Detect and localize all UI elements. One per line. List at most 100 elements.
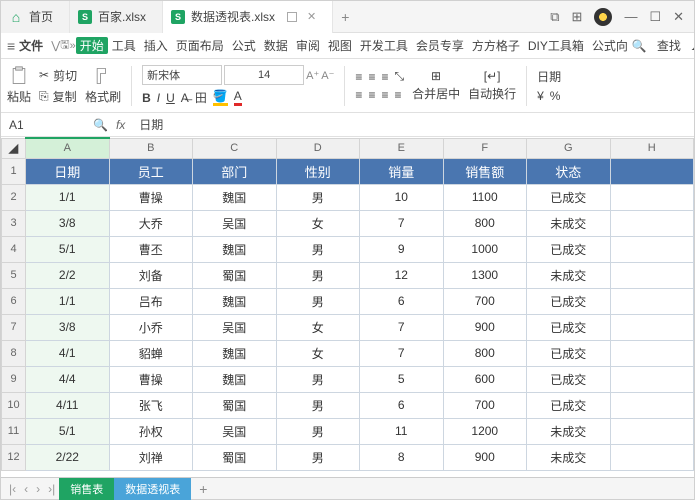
cell[interactable] bbox=[610, 314, 694, 340]
tab-doc-1[interactable]: S 百家.xlsx bbox=[70, 1, 163, 33]
cell[interactable]: 9 bbox=[360, 236, 444, 262]
search-small-icon[interactable]: 🔍 bbox=[93, 118, 108, 132]
row-header[interactable]: 8 bbox=[2, 340, 26, 366]
cell[interactable]: 600 bbox=[443, 366, 527, 392]
cell[interactable]: 大乔 bbox=[109, 210, 193, 236]
border-button[interactable]: 田 bbox=[195, 89, 207, 106]
cell[interactable]: 已成交 bbox=[527, 314, 611, 340]
cell[interactable]: 4/11 bbox=[26, 392, 110, 418]
cell[interactable] bbox=[610, 288, 694, 314]
menu-start[interactable]: 开始 bbox=[76, 37, 108, 54]
percent-icon[interactable]: % bbox=[550, 89, 561, 103]
cell[interactable]: 7 bbox=[360, 210, 444, 236]
cell[interactable] bbox=[610, 158, 694, 184]
add-sheet-button[interactable]: + bbox=[191, 481, 215, 497]
grid-icon[interactable]: ⧉ bbox=[550, 9, 559, 25]
cell[interactable] bbox=[610, 262, 694, 288]
format-painter-button[interactable]: 格式刷 bbox=[85, 66, 121, 105]
restore-doc-icon[interactable] bbox=[287, 12, 297, 22]
align-top-icon[interactable]: ≡ bbox=[355, 70, 362, 84]
tab-nav-next[interactable]: › bbox=[32, 482, 44, 496]
cell[interactable]: 7 bbox=[360, 314, 444, 340]
menu-item[interactable]: 工具 bbox=[108, 37, 140, 54]
cell[interactable]: 3/8 bbox=[26, 210, 110, 236]
cell[interactable]: 已成交 bbox=[527, 392, 611, 418]
column-header[interactable]: F bbox=[443, 138, 527, 158]
cell[interactable]: 刘禅 bbox=[109, 444, 193, 470]
row-header[interactable]: 9 bbox=[2, 366, 26, 392]
cell[interactable] bbox=[610, 418, 694, 444]
file-menu[interactable]: 文件 bbox=[19, 37, 43, 54]
inc-font-icon[interactable]: A⁺ bbox=[306, 69, 319, 82]
cell[interactable]: 6 bbox=[360, 392, 444, 418]
cell[interactable]: 蜀国 bbox=[193, 392, 277, 418]
column-header[interactable]: D bbox=[276, 138, 360, 158]
cell[interactable]: 3/8 bbox=[26, 314, 110, 340]
cell[interactable]: 吴国 bbox=[193, 418, 277, 444]
cell[interactable]: 曹操 bbox=[109, 184, 193, 210]
number-format-select[interactable]: 日期 bbox=[537, 68, 561, 85]
underline-button[interactable]: U bbox=[166, 91, 175, 105]
cell[interactable] bbox=[610, 340, 694, 366]
cell[interactable]: 魏国 bbox=[193, 366, 277, 392]
name-box[interactable] bbox=[5, 118, 85, 132]
align-center-icon[interactable]: ≡ bbox=[368, 88, 375, 102]
row-header[interactable]: 2 bbox=[2, 184, 26, 210]
cell[interactable]: 700 bbox=[443, 288, 527, 314]
cell[interactable]: 魏国 bbox=[193, 288, 277, 314]
cell[interactable]: 11 bbox=[360, 418, 444, 444]
column-header[interactable]: A bbox=[26, 138, 110, 158]
menu-item[interactable]: 视图 bbox=[324, 37, 356, 54]
cell[interactable]: 已成交 bbox=[527, 340, 611, 366]
close-button[interactable]: ✕ bbox=[673, 9, 684, 25]
formula-bar[interactable]: 日期 bbox=[139, 116, 163, 133]
cell[interactable] bbox=[610, 366, 694, 392]
copy-button[interactable]: ⎘复制 bbox=[39, 88, 77, 105]
cell[interactable]: 1000 bbox=[443, 236, 527, 262]
cell[interactable]: 7 bbox=[360, 340, 444, 366]
column-header[interactable]: C bbox=[193, 138, 277, 158]
sheet-tab-active[interactable]: 销售表 bbox=[59, 478, 114, 500]
row-header[interactable]: 10 bbox=[2, 392, 26, 418]
cell[interactable]: 未成交 bbox=[527, 262, 611, 288]
cell[interactable]: 女 bbox=[276, 210, 360, 236]
cell[interactable]: 销售额 bbox=[443, 158, 527, 184]
indent-icon[interactable]: ≡ bbox=[394, 88, 401, 102]
cell[interactable] bbox=[610, 236, 694, 262]
orient-icon[interactable]: ⤡ bbox=[394, 69, 404, 84]
cell[interactable]: 已成交 bbox=[527, 288, 611, 314]
cell[interactable]: 900 bbox=[443, 444, 527, 470]
cell[interactable]: 8 bbox=[360, 444, 444, 470]
hamburger-icon[interactable]: ≡ bbox=[7, 38, 15, 54]
cell[interactable]: 小乔 bbox=[109, 314, 193, 340]
row-header[interactable]: 5 bbox=[2, 262, 26, 288]
cell[interactable]: 吕布 bbox=[109, 288, 193, 314]
menu-item[interactable]: 插入 bbox=[140, 37, 172, 54]
fx-icon[interactable]: fx bbox=[116, 118, 125, 132]
spreadsheet-grid[interactable]: ◢ABCDEFGH1日期员工部门性别销量销售额状态21/1曹操魏国男101100… bbox=[1, 137, 694, 477]
paste-button[interactable]: 粘贴 bbox=[7, 66, 31, 105]
tab-nav-prev[interactable]: ‹ bbox=[20, 482, 32, 496]
cell[interactable]: 1/1 bbox=[26, 288, 110, 314]
font-name-select[interactable] bbox=[142, 65, 222, 85]
cell[interactable]: 男 bbox=[276, 444, 360, 470]
row-header[interactable]: 1 bbox=[2, 158, 26, 184]
cell[interactable]: 未成交 bbox=[527, 210, 611, 236]
cell[interactable]: 6 bbox=[360, 288, 444, 314]
column-header[interactable]: B bbox=[109, 138, 193, 158]
cloud-icon[interactable]: ☁ bbox=[691, 39, 694, 53]
menu-item[interactable]: 数据 bbox=[260, 37, 292, 54]
cell[interactable]: 1/1 bbox=[26, 184, 110, 210]
search-label[interactable]: 查找 bbox=[657, 37, 681, 54]
cell[interactable]: 1200 bbox=[443, 418, 527, 444]
menu-item[interactable]: 公式向 bbox=[588, 37, 632, 54]
cell[interactable]: 男 bbox=[276, 418, 360, 444]
save-icon[interactable]: 🖫 bbox=[60, 36, 69, 55]
strike-button[interactable]: A̶ bbox=[181, 91, 189, 105]
row-header[interactable]: 7 bbox=[2, 314, 26, 340]
cell[interactable]: 700 bbox=[443, 392, 527, 418]
menu-caret[interactable]: » bbox=[70, 40, 76, 52]
font-size-select[interactable] bbox=[224, 65, 304, 85]
currency-icon[interactable]: ¥ bbox=[537, 89, 544, 103]
maximize-button[interactable]: ☐ bbox=[649, 9, 661, 25]
